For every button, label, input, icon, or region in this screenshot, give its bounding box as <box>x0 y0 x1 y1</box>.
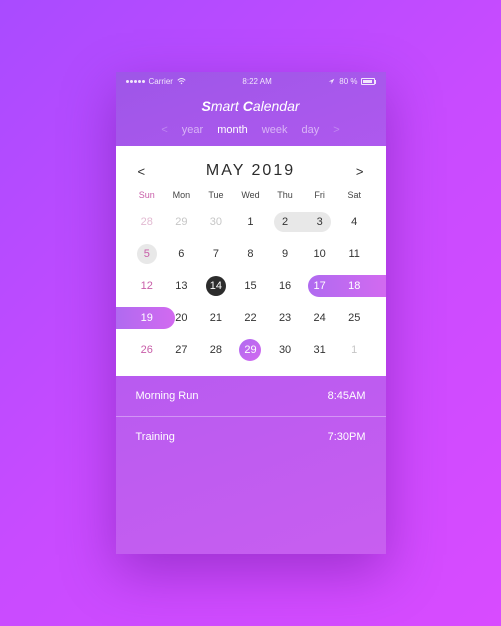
day-cell[interactable]: 28 <box>199 344 234 356</box>
day-cell[interactable]: 10 <box>302 248 337 260</box>
day-cell[interactable]: 6 <box>164 248 199 260</box>
range-prev[interactable]: < <box>161 124 167 136</box>
events-list: Morning Run 8:45AM Training 7:30PM <box>116 376 386 554</box>
day-cell-today[interactable]: 14 <box>199 280 234 292</box>
wifi-icon <box>177 78 186 85</box>
event-name: Morning Run <box>136 390 199 402</box>
day-cell[interactable]: 20 <box>164 312 199 324</box>
day-cell[interactable]: 29 <box>164 216 199 228</box>
week-row: 26 27 28 29 30 31 1 <box>116 334 386 366</box>
day-cell[interactable]: 26 <box>130 344 165 356</box>
range-tabs: < year month week day > <box>116 124 386 146</box>
week-row: 19 20 21 22 23 24 25 <box>116 302 386 334</box>
event-name: Training <box>136 431 175 443</box>
day-cell[interactable]: 4 <box>337 216 372 228</box>
day-cell[interactable]: 12 <box>130 280 165 292</box>
day-cell[interactable]: 7 <box>199 248 234 260</box>
day-cell[interactable]: 8 <box>233 248 268 260</box>
day-cell[interactable]: 2 <box>268 216 303 228</box>
dow-wed: Wed <box>233 190 268 200</box>
status-left: Carrier <box>126 77 186 86</box>
day-cell[interactable]: 30 <box>199 216 234 228</box>
range-next[interactable]: > <box>333 124 339 136</box>
location-icon <box>328 78 335 85</box>
day-cell[interactable]: 22 <box>233 312 268 324</box>
status-time: 8:22 AM <box>242 77 271 86</box>
app-title: Smart Calendar <box>116 90 386 124</box>
calendar-card: < MAY 2019 > Sun Mon Tue Wed Thu Fri Sat… <box>116 146 386 376</box>
day-cell[interactable]: 1 <box>233 216 268 228</box>
event-time: 7:30PM <box>328 431 366 443</box>
month-title: MAY 2019 <box>206 162 295 180</box>
tab-week[interactable]: week <box>262 124 288 136</box>
dow-fri: Fri <box>302 190 337 200</box>
month-prev[interactable]: < <box>138 164 146 179</box>
dow-sun: Sun <box>130 190 165 200</box>
status-bar: Carrier 8:22 AM 80 % <box>116 72 386 90</box>
day-cell[interactable]: 5 <box>130 248 165 260</box>
week-row: 28 29 30 1 2 3 4 <box>116 206 386 238</box>
weekday-row: Sun Mon Tue Wed Thu Fri Sat <box>116 190 386 200</box>
day-cell[interactable]: 18 <box>337 280 372 292</box>
day-cell[interactable]: 3 <box>302 216 337 228</box>
day-cell[interactable]: 31 <box>302 344 337 356</box>
battery-percent: 80 % <box>339 77 357 86</box>
event-time: 8:45AM <box>328 390 366 402</box>
day-cell[interactable]: 23 <box>268 312 303 324</box>
month-header: < MAY 2019 > <box>116 162 386 190</box>
week-row: 12 13 14 15 16 17 18 <box>116 270 386 302</box>
day-cell[interactable]: 25 <box>337 312 372 324</box>
phone-frame: Carrier 8:22 AM 80 % Smart Calendar < ye… <box>116 72 386 554</box>
carrier-label: Carrier <box>149 77 173 86</box>
week-row: 5 6 7 8 9 10 11 <box>116 238 386 270</box>
month-next[interactable]: > <box>356 164 364 179</box>
day-cell[interactable]: 27 <box>164 344 199 356</box>
day-cell[interactable]: 1 <box>337 344 372 356</box>
tab-day[interactable]: day <box>301 124 319 136</box>
day-cell[interactable]: 24 <box>302 312 337 324</box>
day-cell[interactable]: 21 <box>199 312 234 324</box>
day-cell[interactable]: 13 <box>164 280 199 292</box>
day-cell-selected[interactable]: 29 <box>233 344 268 356</box>
dow-thu: Thu <box>268 190 303 200</box>
signal-icon <box>126 80 145 83</box>
dow-tue: Tue <box>199 190 234 200</box>
day-cell[interactable]: 15 <box>233 280 268 292</box>
day-cell[interactable]: 9 <box>268 248 303 260</box>
tab-year[interactable]: year <box>182 124 203 136</box>
event-item[interactable]: Morning Run 8:45AM <box>116 376 386 417</box>
day-cell[interactable]: 11 <box>337 248 372 260</box>
dow-sat: Sat <box>337 190 372 200</box>
battery-icon <box>361 78 375 85</box>
event-item[interactable]: Training 7:30PM <box>116 417 386 457</box>
dow-mon: Mon <box>164 190 199 200</box>
day-cell[interactable]: 17 <box>302 280 337 292</box>
status-right: 80 % <box>328 77 375 86</box>
day-cell[interactable]: 30 <box>268 344 303 356</box>
tab-month[interactable]: month <box>217 124 248 136</box>
day-cell[interactable]: 28 <box>130 216 165 228</box>
day-cell[interactable]: 16 <box>268 280 303 292</box>
day-cell[interactable]: 19 <box>130 312 165 324</box>
